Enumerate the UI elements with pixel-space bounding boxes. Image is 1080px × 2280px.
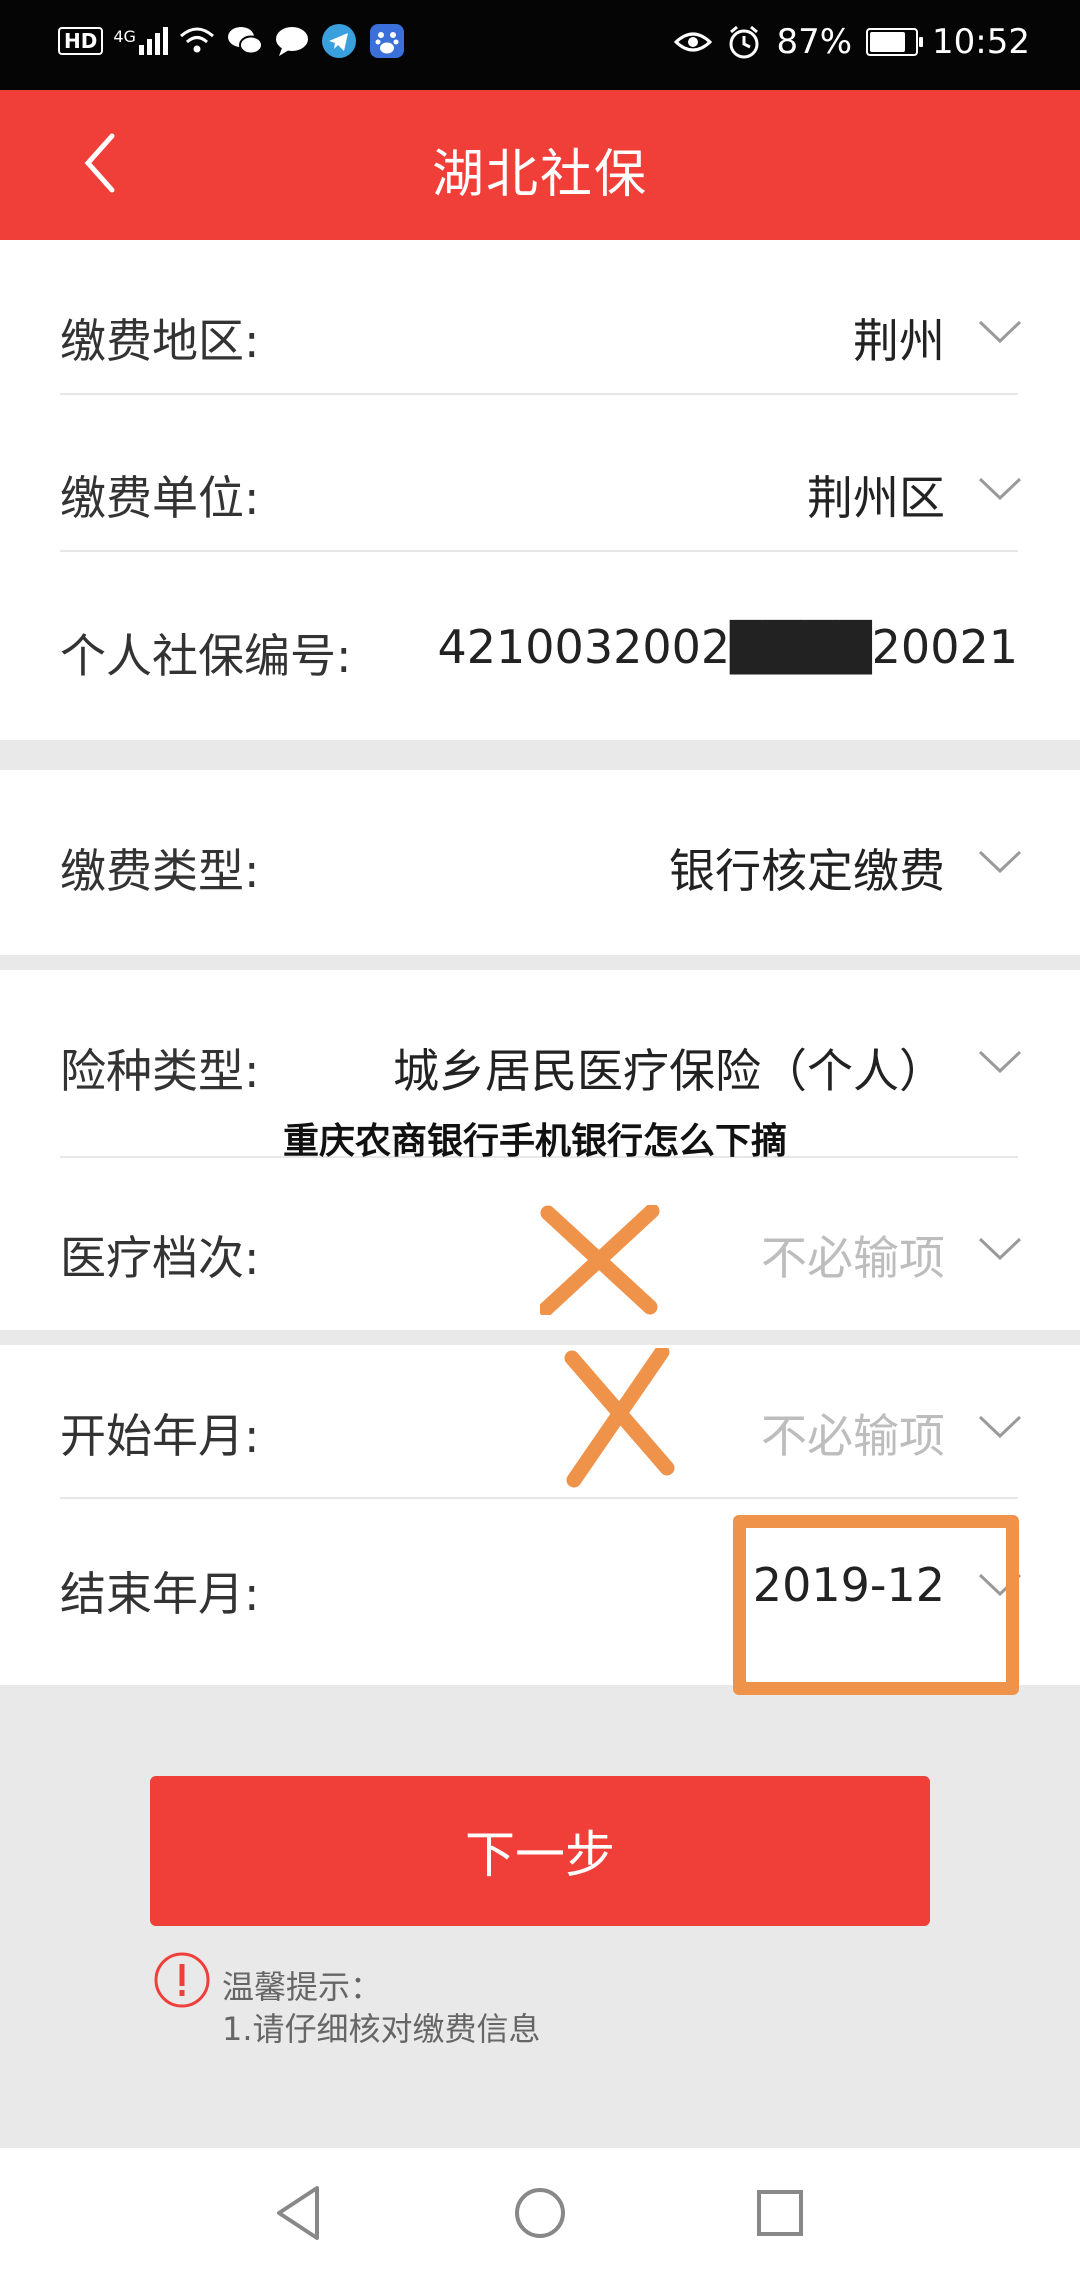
start-month-label: 开始年月: bbox=[60, 1409, 260, 1463]
status-left: HD 4G bbox=[58, 22, 406, 60]
tip-line: 1.请仔细核对缴费信息 bbox=[222, 2010, 541, 2048]
chevron-down-icon[interactable] bbox=[978, 319, 1022, 345]
divider bbox=[60, 550, 1018, 552]
overlay-caption: 重庆农商银行手机银行怎么下摘 bbox=[283, 1121, 788, 1162]
social-id-row: 个人社保编号: 4210032002████20021 bbox=[0, 570, 1080, 725]
highlight-box bbox=[733, 1515, 1019, 1695]
navigation-bar bbox=[0, 2148, 1080, 2280]
info-icon bbox=[154, 1952, 210, 2008]
insurance-type-label: 险种类型: bbox=[60, 1044, 260, 1098]
baidu-icon bbox=[369, 24, 404, 58]
clock: 10:52 bbox=[932, 22, 1030, 62]
status-right: 87% 10:52 bbox=[674, 22, 1030, 62]
payment-type-row[interactable]: 缴费类型: 银行核定缴费 bbox=[0, 785, 1080, 940]
unit-row[interactable]: 缴费单位: 荆州区 bbox=[0, 412, 1080, 567]
medical-level-value[interactable]: 不必输项 bbox=[761, 1222, 945, 1288]
battery-icon bbox=[866, 28, 924, 56]
divider bbox=[60, 393, 1018, 395]
chevron-down-icon[interactable] bbox=[978, 1049, 1022, 1075]
title-bar: 湖北社保 bbox=[0, 90, 1080, 240]
signal-label: 4G bbox=[113, 27, 136, 46]
next-button[interactable]: 下一步 bbox=[150, 1776, 930, 1926]
start-month-value[interactable]: 不必输项 bbox=[761, 1400, 945, 1466]
chat-bubble-icon bbox=[275, 27, 308, 56]
insurance-type-value[interactable]: 城乡居民医疗保险（个人） bbox=[393, 1035, 945, 1101]
start-month-row[interactable]: 开始年月: 不必输项 bbox=[0, 1350, 1080, 1505]
wifi-icon bbox=[179, 27, 214, 53]
social-id-value: 4210032002████20021 bbox=[437, 620, 1018, 674]
tip-title: 温馨提示： bbox=[222, 1968, 383, 2006]
wechat-icon bbox=[227, 27, 263, 55]
alarm-icon bbox=[729, 25, 759, 59]
chevron-down-icon[interactable] bbox=[978, 1414, 1022, 1440]
region-row[interactable]: 缴费地区: 荆州 bbox=[0, 255, 1080, 410]
cross-mark-icon bbox=[540, 1205, 660, 1315]
eye-icon bbox=[674, 32, 713, 52]
section-account: 缴费地区: 荆州 缴费单位: 荆州区 个人社保编号: 4210032002███… bbox=[0, 240, 1080, 740]
medical-level-label: 医疗档次: bbox=[60, 1231, 260, 1285]
social-id-label: 个人社保编号: bbox=[60, 629, 352, 683]
status-bar: HD 4G 87% 10:52 bbox=[0, 0, 1080, 90]
section-payment-type: 缴费类型: 银行核定缴费 bbox=[0, 770, 1080, 955]
back-triangle-icon[interactable] bbox=[265, 2178, 335, 2248]
unit-label: 缴费单位: bbox=[60, 471, 260, 525]
region-label: 缴费地区: bbox=[60, 314, 260, 368]
chevron-down-icon[interactable] bbox=[978, 1236, 1022, 1262]
home-circle-icon[interactable] bbox=[505, 2178, 575, 2248]
telegram-icon bbox=[321, 24, 356, 58]
battery-percent: 87% bbox=[776, 22, 853, 62]
region-value[interactable]: 荆州 bbox=[853, 305, 945, 371]
unit-value[interactable]: 荆州区 bbox=[807, 462, 945, 528]
payment-type-value[interactable]: 银行核定缴费 bbox=[669, 835, 945, 901]
end-month-label: 结束年月: bbox=[60, 1567, 260, 1621]
divider bbox=[60, 1497, 1018, 1499]
chevron-down-icon[interactable] bbox=[978, 849, 1022, 875]
page-title: 湖北社保 bbox=[431, 145, 648, 205]
recents-square-icon[interactable] bbox=[745, 2178, 815, 2248]
battery-fill bbox=[870, 32, 906, 52]
hd-icon: HD bbox=[58, 27, 104, 55]
cross-mark-icon bbox=[564, 1348, 675, 1488]
payment-type-label: 缴费类型: bbox=[60, 844, 260, 898]
signal-icon: 4G bbox=[113, 27, 168, 55]
chevron-down-icon[interactable] bbox=[978, 476, 1022, 502]
